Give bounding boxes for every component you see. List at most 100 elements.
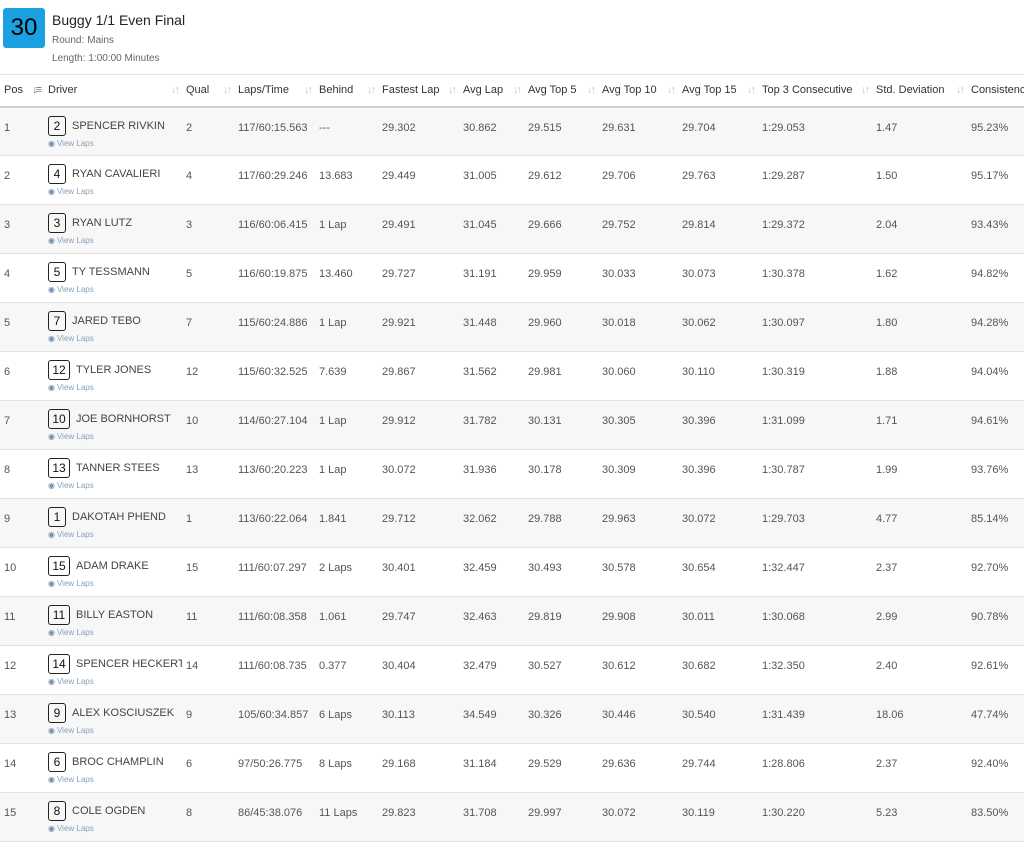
view-laps-link[interactable]: ◉ View Laps (48, 383, 178, 392)
cell-avg-top-5: 29.997 (528, 807, 562, 819)
table-row: 8 13 TANNER STEES ◉ View Laps 13 113/60:20.223… (0, 450, 1024, 499)
car-number-badge: 4 (48, 164, 66, 184)
view-laps-link[interactable]: ◉ View Laps (48, 432, 178, 441)
sort-icon[interactable]: ↓↑ (513, 84, 522, 96)
cell-fastest-lap: 30.072 (382, 464, 416, 476)
cell-top-3-consecutive: 1:30.378 (762, 268, 805, 280)
cell-qual: 14 (186, 660, 199, 672)
cell-pos: 11 (4, 611, 16, 623)
cell-avg-top-15: 30.396 (682, 464, 716, 476)
cell-avg-top-10: 30.305 (602, 415, 636, 427)
cell-avg-top-15: 29.704 (682, 121, 716, 134)
column-header-driver[interactable]: Driver ↓↑ (44, 74, 182, 108)
column-label: Pos (4, 84, 23, 97)
car-number-badge: 2 (48, 115, 66, 136)
view-laps-link[interactable]: ◉ View Laps (48, 677, 178, 686)
column-header-qual[interactable]: Qual ↓↑ (182, 74, 234, 108)
column-header-behind[interactable]: Behind ↓↑ (315, 74, 378, 108)
cell-pos: 8 (4, 464, 11, 476)
sort-icon[interactable]: ↓↑ (448, 84, 457, 96)
cell-std-deviation: 2.40 (876, 660, 898, 672)
cell-behind: 1 Lap (319, 317, 347, 329)
cell-behind: 1.061 (319, 611, 347, 623)
cell-qual: 9 (186, 709, 193, 721)
column-header-avg-lap[interactable]: Avg Lap ↓↑ (459, 74, 524, 108)
sort-icon[interactable]: ↓↑ (667, 84, 676, 96)
view-laps-link[interactable]: ◉ View Laps (48, 334, 178, 343)
cell-avg-top-10: 30.060 (602, 366, 636, 378)
view-laps-link[interactable]: ◉ View Laps (48, 579, 178, 588)
cell-consistency: 90.78% (971, 611, 1009, 623)
cell-consistency: 83.50% (971, 807, 1009, 819)
cell-consistency: 94.82% (971, 268, 1009, 280)
cell-avg-top-5: 29.819 (528, 611, 562, 623)
cell-laps-time: 86/45:38.076 (238, 807, 303, 819)
cell-std-deviation: 4.77 (876, 513, 898, 525)
length-value: 1:00:00 Minutes (88, 53, 160, 64)
eye-icon: ◉ (48, 677, 55, 686)
view-laps-link[interactable]: ◉ View Laps (48, 187, 178, 196)
cell-avg-top-15: 29.744 (682, 758, 716, 770)
column-header-avg-top-5[interactable]: Avg Top 5 ↓↑ (524, 74, 598, 108)
cell-behind: 13.683 (319, 170, 353, 182)
cell-avg-top-5: 30.178 (528, 464, 562, 476)
cell-consistency: 93.43% (971, 219, 1009, 231)
sort-icon[interactable]: ↓↑ (956, 84, 965, 96)
driver-name: JOE BORNHORST (76, 413, 171, 425)
sort-ascending-icon[interactable]: ↓≡ (32, 84, 42, 96)
view-laps-label: View Laps (56, 775, 94, 784)
cell-laps-time: 117/60:29.246 (238, 170, 308, 182)
car-number-badge: 7 (48, 311, 66, 331)
sort-icon[interactable]: ↓↑ (367, 84, 376, 96)
cell-laps-time: 115/60:24.886 (238, 317, 308, 329)
cell-avg-top-10: 30.446 (602, 709, 636, 721)
cell-pos: 7 (4, 415, 11, 427)
cell-top-3-consecutive: 1:32.447 (762, 562, 805, 574)
car-number-badge: 9 (48, 703, 66, 723)
cell-qual: 8 (186, 807, 193, 819)
view-laps-link[interactable]: ◉ View Laps (48, 824, 178, 833)
column-header-consistency[interactable]: Consistency (967, 74, 1024, 108)
cell-behind: 2 Laps (319, 562, 353, 574)
cell-behind: 7.639 (319, 366, 347, 378)
cell-top-3-consecutive: 1:29.372 (762, 219, 805, 231)
sort-icon[interactable]: ↓↑ (747, 84, 756, 96)
sort-icon[interactable]: ↓↑ (861, 84, 870, 96)
view-laps-link[interactable]: ◉ View Laps (48, 285, 178, 294)
view-laps-link[interactable]: ◉ View Laps (48, 139, 178, 148)
cell-std-deviation: 1.50 (876, 170, 898, 182)
cell-top-3-consecutive: 1:31.439 (762, 709, 805, 721)
column-header-avg-top-10[interactable]: Avg Top 10 ↓↑ (598, 74, 678, 108)
view-laps-link[interactable]: ◉ View Laps (48, 530, 178, 539)
view-laps-label: View Laps (56, 824, 94, 833)
column-header-avg-top-15[interactable]: Avg Top 15 ↓↑ (678, 74, 758, 108)
cell-qual: 7 (186, 317, 193, 329)
view-laps-link[interactable]: ◉ View Laps (48, 481, 178, 490)
view-laps-link[interactable]: ◉ View Laps (48, 775, 178, 784)
sort-icon[interactable]: ↓↑ (223, 84, 232, 96)
sort-icon[interactable]: ↓↑ (171, 84, 180, 96)
cell-avg-lap: 31.936 (463, 464, 497, 476)
cell-std-deviation: 1.99 (876, 464, 898, 476)
view-laps-label: View Laps (56, 187, 94, 196)
column-header-top-3-consecutive[interactable]: Top 3 Consecutive ↓↑ (758, 74, 872, 108)
driver-cell: 11 BILLY EASTON ◉ View Laps (44, 597, 182, 646)
sort-icon[interactable]: ↓↑ (304, 84, 313, 96)
sort-icon[interactable]: ↓↑ (587, 84, 596, 96)
cell-fastest-lap: 29.867 (382, 366, 416, 378)
view-laps-link[interactable]: ◉ View Laps (48, 726, 178, 735)
cell-avg-top-15: 30.072 (682, 513, 716, 525)
view-laps-link[interactable]: ◉ View Laps (48, 236, 178, 245)
driver-name: RYAN LUTZ (72, 217, 133, 229)
cell-std-deviation: 1.62 (876, 268, 898, 280)
column-header-fastest-lap[interactable]: Fastest Lap ↓↑ (378, 74, 459, 108)
view-laps-link[interactable]: ◉ View Laps (48, 628, 178, 637)
cell-avg-top-10: 29.963 (602, 513, 636, 525)
column-header-laps-time[interactable]: Laps/Time ↓↑ (234, 74, 315, 108)
cell-pos: 3 (4, 219, 11, 231)
cell-fastest-lap: 29.712 (382, 513, 416, 525)
column-header-std-deviation[interactable]: Std. Deviation ↓↑ (872, 74, 967, 108)
column-header-pos[interactable]: Pos ↓≡ (0, 74, 44, 108)
cell-avg-top-5: 29.515 (528, 121, 562, 134)
driver-cell: 6 BROC CHAMPLIN ◉ View Laps (44, 744, 182, 793)
